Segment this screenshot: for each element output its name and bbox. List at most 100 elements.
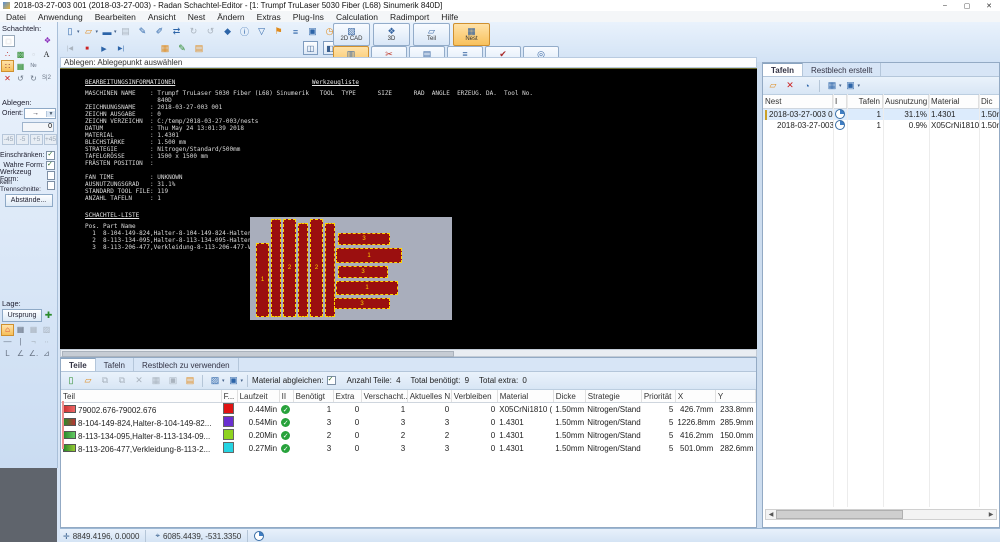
col-ausnutzung[interactable]: Ausnutzung xyxy=(883,95,929,108)
nested-part[interactable] xyxy=(298,223,308,317)
nests-horizontal-scrollbar[interactable]: ◀ ▶ xyxy=(765,509,997,520)
align-corner-icon[interactable]: ¬ xyxy=(27,336,40,348)
viewport-horizontal-scrollbar[interactable] xyxy=(60,349,757,357)
part-props-icon[interactable]: ▦ xyxy=(148,373,164,388)
col-verschachtelt[interactable]: Verschacht... xyxy=(361,390,408,403)
tab-tafeln[interactable]: Tafeln xyxy=(96,358,134,371)
material-abgleichen-checkbox[interactable] xyxy=(326,375,336,385)
nested-part[interactable]: 1 xyxy=(336,248,402,263)
redo-icon[interactable]: ↻ xyxy=(186,24,202,39)
text-tool-icon[interactable]: A xyxy=(40,48,53,60)
column-config-dropdown-icon[interactable]: ▾ xyxy=(241,378,244,384)
nested-part[interactable]: 3 xyxy=(338,233,390,245)
minimize-button[interactable]: – xyxy=(934,2,956,10)
menu-bearbeiten[interactable]: Bearbeiten xyxy=(89,12,142,22)
nested-part[interactable] xyxy=(271,219,281,317)
align-points-icon[interactable]: ∙∙ xyxy=(40,336,53,348)
save-icon[interactable]: ▬ xyxy=(99,24,115,39)
open-dropdown-icon[interactable]: ▾ xyxy=(96,29,99,35)
info-icon[interactable]: ⓘ xyxy=(237,24,253,39)
draw-icon[interactable]: ✎ xyxy=(135,24,151,39)
col-dicke-right[interactable]: Dic xyxy=(979,95,999,108)
einschraenken-checkbox[interactable] xyxy=(46,150,55,160)
stop-icon[interactable]: ■ xyxy=(79,41,95,56)
copy-icon[interactable]: ⧉ xyxy=(97,373,113,388)
menu-plugins[interactable]: Plug-Ins xyxy=(287,12,330,22)
pin-part-icon[interactable]: ❖ xyxy=(41,34,54,46)
col-y[interactable]: Y xyxy=(715,390,757,403)
nested-part[interactable]: 3 xyxy=(334,298,390,309)
mirror-icon[interactable]: S|2 xyxy=(40,72,53,84)
play-icon[interactable]: ▶ xyxy=(96,41,112,56)
view-mode-dropdown-icon[interactable]: ▾ xyxy=(222,378,225,384)
nested-part[interactable]: 3 xyxy=(338,266,388,278)
report-icon[interactable]: ▤ xyxy=(191,41,207,56)
column-config-dropdown-icon[interactable]: ▾ xyxy=(858,83,861,89)
align-horizontal-icon[interactable]: — xyxy=(1,336,14,348)
col-f[interactable]: F... xyxy=(221,390,238,403)
col-laufzeit[interactable]: Laufzeit xyxy=(237,390,280,403)
number-parts-icon[interactable]: № xyxy=(27,60,40,72)
swap-icon[interactable]: ⇄ xyxy=(169,24,185,39)
maximize-button[interactable]: ▢ xyxy=(956,2,978,10)
col-extra[interactable]: Extra xyxy=(333,390,362,403)
new-dropdown-icon[interactable]: ▾ xyxy=(77,29,80,35)
step-back-icon[interactable]: |◀ xyxy=(62,41,78,56)
pen-icon[interactable]: ✐ xyxy=(152,24,168,39)
column-config-icon[interactable]: ▣ xyxy=(226,373,242,388)
paste-icon[interactable]: ⧉ xyxy=(114,373,130,388)
close-button[interactable]: ✕ xyxy=(978,2,1000,10)
tab-restblech[interactable]: Restblech zu verwenden xyxy=(134,358,239,371)
col-strategie[interactable]: Strategie xyxy=(585,390,642,403)
angle-dot-icon[interactable]: ∠. xyxy=(27,348,40,360)
grid-diagonal-icon[interactable]: ▨ xyxy=(40,324,53,336)
col-benoetigt[interactable]: Benötigt xyxy=(293,390,334,403)
panel-icon[interactable]: ▣ xyxy=(305,24,321,39)
scroll-right-icon[interactable]: ▶ xyxy=(986,511,996,518)
add-part-icon[interactable]: ▯ xyxy=(63,373,79,388)
col-x[interactable]: X xyxy=(675,390,716,403)
list-icon[interactable]: ≡ xyxy=(288,24,304,39)
orient-dropdown[interactable]: → ▼ xyxy=(24,108,57,119)
open-icon[interactable]: ▱ xyxy=(81,24,97,39)
table-row[interactable]: 8-113-134-095,Halter-8-113-134-09... 0.2… xyxy=(61,429,756,442)
align-vertical-icon[interactable]: | xyxy=(14,336,27,348)
col-material-right[interactable]: Material xyxy=(929,95,979,108)
col-teil[interactable]: Teil xyxy=(61,390,222,403)
abstaende-button[interactable]: Abstände... xyxy=(4,193,53,207)
tab-tafeln-right[interactable]: Tafeln xyxy=(763,63,803,76)
menu-radimport[interactable]: Radimport xyxy=(384,12,435,22)
angle-plus5-button[interactable]: +5 xyxy=(30,133,43,145)
col-tafeln[interactable]: Tafeln xyxy=(847,95,883,108)
grid-array2-icon[interactable]: ▦ xyxy=(27,324,40,336)
blank-sheet-icon[interactable]: □ xyxy=(2,35,15,47)
delete-part-icon[interactable]: ✕ xyxy=(1,72,14,84)
nest-row[interactable]: 2018-03-27-003 002 1 0.9% X05CrNi1810 ( … xyxy=(763,119,999,131)
workflow-2d-cad-button[interactable]: ▧ 2D CAD xyxy=(333,23,370,46)
table-row[interactable]: 8-104-149-824,Halter-8-104-149-82... 0.5… xyxy=(61,416,756,429)
workflow-3d-button[interactable]: ❖ 3D xyxy=(373,23,410,46)
filter-icon[interactable]: ▽ xyxy=(254,24,270,39)
nested-part[interactable]: 2 xyxy=(283,219,296,317)
menu-anwendung[interactable]: Anwendung xyxy=(32,12,89,22)
part-lock-icon[interactable]: ▣ xyxy=(165,373,181,388)
layout-horizontal-icon[interactable]: ◫ xyxy=(303,41,318,55)
auto-nest-icon[interactable]: ▦ xyxy=(14,60,27,72)
rotate-cw-icon[interactable]: ↻ xyxy=(27,72,40,84)
col-material[interactable]: Material xyxy=(497,390,554,403)
workflow-teil-button[interactable]: ▱ Teil xyxy=(413,23,450,46)
angle-measure-icon[interactable]: ⊿ xyxy=(40,348,53,360)
flag-icon[interactable]: ⚑ xyxy=(271,24,287,39)
origin-marker-icon[interactable]: ✚ xyxy=(42,309,55,321)
nested-part[interactable]: 1 xyxy=(336,281,398,295)
nested-part[interactable]: 2 xyxy=(310,219,323,317)
sheet-preview[interactable]: 1 2 2 3 1 3 1 3 xyxy=(250,217,452,320)
col-aktuelles[interactable]: Aktuelles N... xyxy=(407,390,452,403)
angle-minus45-button[interactable]: -45 xyxy=(2,133,15,145)
menu-calculation[interactable]: Calculation xyxy=(330,12,384,22)
table-row[interactable]: 79002.676-79002.676 0.44Min ✓ 1 0 1 0 0 … xyxy=(61,403,756,417)
grid-array-icon[interactable]: ▦ xyxy=(14,324,27,336)
col-nest[interactable]: Nest xyxy=(763,95,833,108)
trennschnitte-checkbox[interactable] xyxy=(47,181,55,190)
col-dicke[interactable]: Dicke xyxy=(553,390,586,403)
